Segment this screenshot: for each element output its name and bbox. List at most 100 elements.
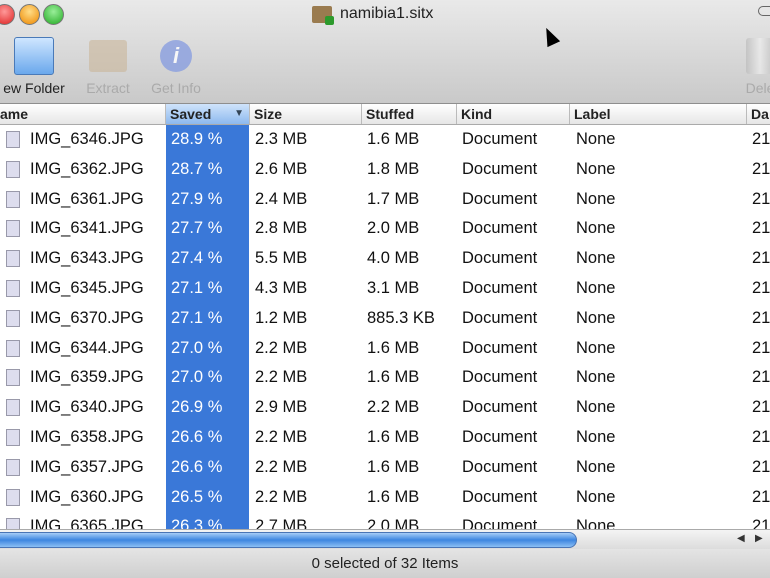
get-info-label: Get Info [151, 80, 201, 96]
status-text: 0 selected of 32 Items [311, 555, 459, 572]
file-row[interactable]: IMG_6365.JPG 26.3 % 2.7 MB 2.0 MB Document No… [0, 512, 770, 529]
cell-kind: Document [462, 428, 538, 446]
cell-saved: 27.1 % [171, 308, 223, 327]
cell-stuffed: 2.0 MB [367, 517, 420, 529]
scroll-left-arrow-icon[interactable]: ◀ [737, 533, 745, 544]
delete-label: Dele [745, 80, 770, 96]
extract-button[interactable]: Extract [80, 32, 136, 96]
horizontal-scrollbar[interactable]: ◀ ▶ [0, 529, 770, 549]
cell-saved: 27.7 % [171, 219, 223, 238]
cell-name: IMG_6343.JPG [30, 249, 144, 268]
cell-date: 21 [752, 159, 770, 178]
cell-saved: 26.9 % [171, 398, 223, 417]
file-row[interactable]: IMG_6357.JPG 26.6 % 2.2 MB 1.6 MB Document No… [0, 453, 770, 483]
cell-label: None [576, 517, 616, 529]
cell-size: 4.3 MB [255, 279, 308, 297]
extract-label: Extract [86, 80, 130, 96]
column-date[interactable]: Da [747, 104, 770, 124]
cell-saved: 27.0 % [171, 338, 223, 357]
cell-name: IMG_6370.JPG [30, 308, 144, 327]
minimize-button[interactable] [19, 4, 40, 25]
cell-name: IMG_6365.JPG [30, 517, 144, 529]
cell-kind: Document [462, 308, 538, 327]
cell-date: 21 [752, 368, 770, 387]
cell-size: 2.6 MB [255, 159, 308, 178]
file-row[interactable]: IMG_6358.JPG 26.6 % 2.2 MB 1.6 MB Document No… [0, 423, 770, 453]
file-row[interactable]: IMG_6362.JPG 28.7 % 2.6 MB 1.8 MB Document No… [0, 155, 770, 185]
cell-stuffed: 1.6 MB [367, 487, 420, 506]
file-row[interactable]: IMG_6361.JPG 27.9 % 2.4 MB 1.7 MB Document No… [0, 185, 770, 215]
cell-date: 21 [752, 189, 770, 208]
cell-saved: 27.1 % [171, 279, 223, 297]
file-row[interactable]: IMG_6359.JPG 27.0 % 2.2 MB 1.6 MB Document No… [0, 363, 770, 393]
scrollbar-thumb[interactable] [0, 532, 577, 548]
column-size[interactable]: Size [250, 104, 362, 124]
window-titlebar: namibia1.sitx ew Folder Extract i Get In… [0, 0, 770, 104]
cell-size: 2.2 MB [255, 457, 308, 476]
jpg-file-icon [6, 518, 20, 529]
file-row[interactable]: IMG_6344.JPG 27.0 % 2.2 MB 1.6 MB Document No… [0, 334, 770, 364]
delete-button[interactable]: Dele [735, 32, 770, 96]
cell-date: 21 [752, 398, 770, 417]
jpg-file-icon [6, 429, 20, 446]
cell-label: None [576, 368, 616, 387]
cell-stuffed: 885.3 KB [367, 308, 435, 327]
cell-label: None [576, 249, 616, 268]
mouse-cursor [539, 24, 561, 48]
cell-saved: 26.6 % [171, 457, 223, 476]
cell-kind: Document [462, 338, 538, 357]
file-row[interactable]: IMG_6346.JPG 28.9 % 2.3 MB 1.6 MB Document No… [0, 125, 770, 155]
column-saved-label: Saved [170, 106, 212, 122]
status-bar: 0 selected of 32 Items [0, 549, 770, 578]
cell-size: 2.4 MB [255, 189, 308, 208]
cell-label: None [576, 308, 616, 327]
column-name[interactable]: ame [0, 104, 166, 124]
zoom-button[interactable] [43, 4, 64, 25]
cell-size: 2.9 MB [255, 398, 308, 417]
cell-date: 21 [752, 279, 770, 297]
cell-kind: Document [462, 219, 538, 238]
file-row[interactable]: IMG_6360.JPG 26.5 % 2.2 MB 1.6 MB Document No… [0, 483, 770, 513]
get-info-button[interactable]: i Get Info [144, 32, 208, 96]
cell-stuffed: 1.8 MB [367, 159, 420, 178]
column-stuffed[interactable]: Stuffed [362, 104, 457, 124]
scroll-right-arrow-icon[interactable]: ▶ [755, 533, 763, 544]
file-row[interactable]: IMG_6341.JPG 27.7 % 2.8 MB 2.0 MB Document No… [0, 214, 770, 244]
jpg-file-icon [6, 250, 20, 268]
cell-stuffed: 1.6 MB [367, 368, 420, 387]
trash-icon [746, 38, 770, 74]
jpg-file-icon [6, 488, 20, 506]
cell-name: IMG_6360.JPG [30, 487, 144, 506]
column-kind-label: Kind [461, 106, 493, 122]
cell-kind: Document [462, 517, 538, 529]
cell-date: 21 [752, 130, 770, 148]
cell-date: 21 [752, 487, 770, 506]
column-saved[interactable]: Saved ▼ [166, 104, 250, 124]
new-folder-button[interactable]: ew Folder [0, 32, 70, 96]
column-stuffed-label: Stuffed [366, 106, 415, 122]
new-folder-icon [14, 37, 54, 75]
cell-date: 21 [752, 338, 770, 357]
cell-size: 2.8 MB [255, 219, 308, 238]
toolbar-toggle-button[interactable] [758, 6, 770, 16]
file-row[interactable]: IMG_6345.JPG 27.1 % 4.3 MB 3.1 MB Document No… [0, 274, 770, 304]
cell-stuffed: 1.6 MB [367, 428, 420, 446]
file-row[interactable]: IMG_6340.JPG 26.9 % 2.9 MB 2.2 MB Document No… [0, 393, 770, 423]
file-row[interactable]: IMG_6343.JPG 27.4 % 5.5 MB 4.0 MB Document No… [0, 244, 770, 274]
cell-date: 21 [752, 308, 770, 327]
cell-kind: Document [462, 130, 538, 148]
cell-size: 2.2 MB [255, 368, 308, 387]
cell-name: IMG_6344.JPG [30, 338, 144, 357]
column-label[interactable]: Label [570, 104, 747, 124]
cell-label: None [576, 428, 616, 446]
cell-label: None [576, 189, 616, 208]
info-icon: i [160, 40, 192, 72]
cell-saved: 26.3 % [171, 517, 223, 529]
column-kind[interactable]: Kind [457, 104, 570, 124]
jpg-file-icon [6, 220, 20, 238]
jpg-file-icon [6, 280, 20, 297]
cell-kind: Document [462, 249, 538, 268]
cell-saved: 27.4 % [171, 249, 223, 268]
close-button[interactable] [0, 4, 15, 25]
file-row[interactable]: IMG_6370.JPG 27.1 % 1.2 MB 885.3 KB Document… [0, 304, 770, 334]
